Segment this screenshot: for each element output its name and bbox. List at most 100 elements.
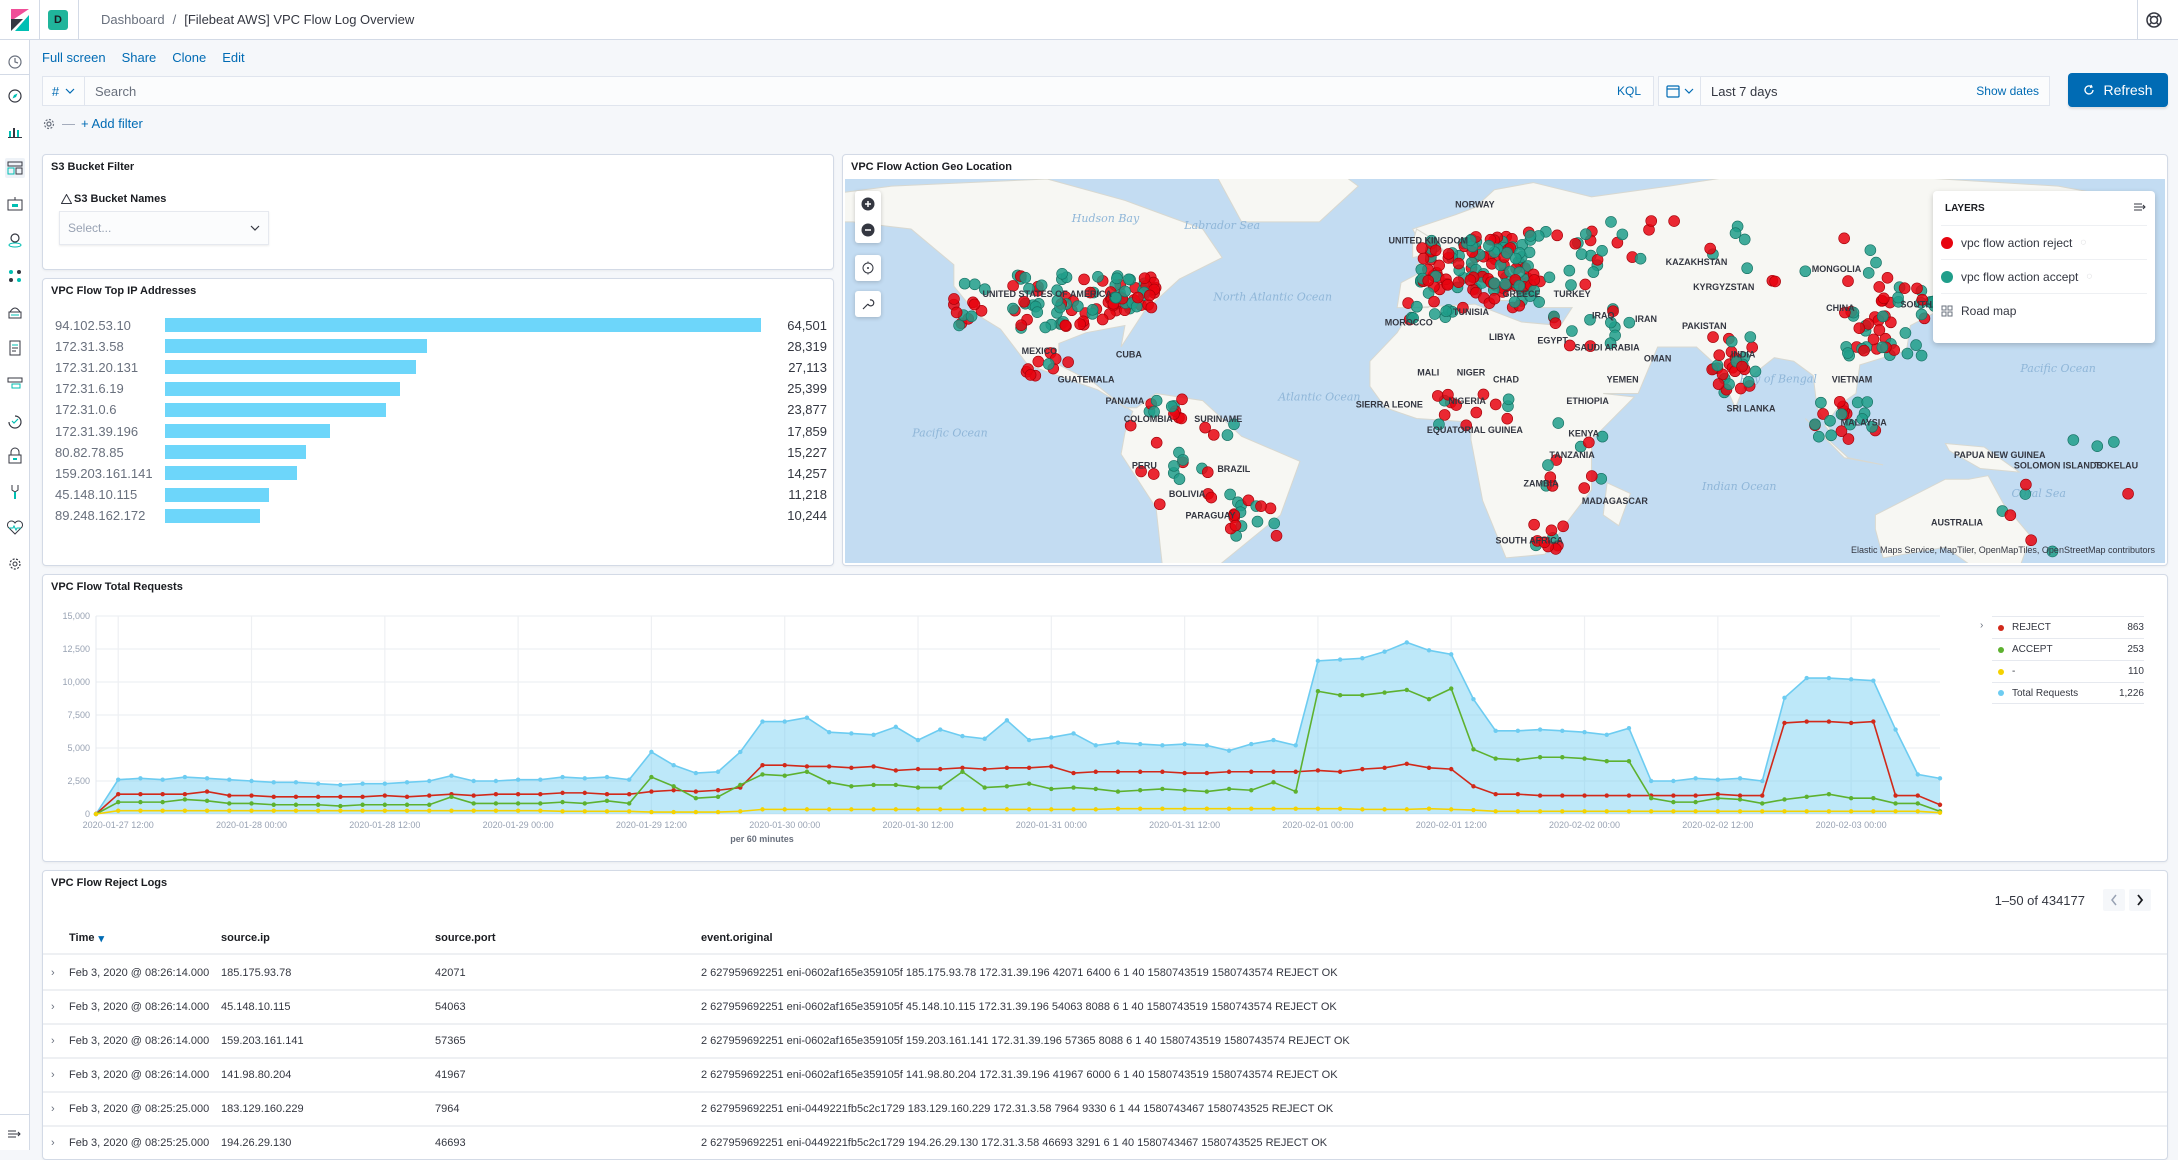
accept-point[interactable] xyxy=(2091,440,2104,452)
data-point[interactable] xyxy=(1893,801,1898,806)
data-point[interactable] xyxy=(982,766,987,772)
accept-point[interactable] xyxy=(1634,252,1647,265)
data-point[interactable] xyxy=(1404,761,1409,767)
data-point[interactable] xyxy=(160,808,165,813)
reject-point[interactable] xyxy=(1645,215,1658,227)
data-point[interactable] xyxy=(1804,675,1809,681)
data-point[interactable] xyxy=(427,778,432,784)
reject-point[interactable] xyxy=(968,298,981,311)
data-point[interactable] xyxy=(826,764,832,769)
data-point[interactable] xyxy=(1404,687,1409,693)
expand-row-icon[interactable]: › xyxy=(51,957,55,989)
data-point[interactable] xyxy=(1715,809,1721,814)
data-point[interactable] xyxy=(1337,693,1343,698)
data-point[interactable] xyxy=(1804,719,1809,724)
data-point[interactable] xyxy=(604,774,610,780)
data-point[interactable] xyxy=(627,809,632,814)
reject-point[interactable] xyxy=(1438,409,1451,421)
data-point[interactable] xyxy=(493,801,499,806)
reject-point[interactable] xyxy=(1833,395,1846,408)
reject-point[interactable] xyxy=(1551,229,1563,242)
data-point[interactable] xyxy=(1626,793,1632,798)
collapse-layers-icon[interactable] xyxy=(2133,201,2147,213)
reject-point[interactable] xyxy=(1549,317,1562,329)
data-point[interactable] xyxy=(1449,807,1454,812)
tools-button[interactable] xyxy=(855,291,881,317)
data-point[interactable] xyxy=(804,807,810,812)
data-point[interactable] xyxy=(1737,776,1743,781)
data-point[interactable] xyxy=(671,762,676,768)
accept-point[interactable] xyxy=(1899,327,1912,339)
data-point[interactable] xyxy=(1671,793,1676,798)
data-point[interactable] xyxy=(404,794,410,800)
data-point[interactable] xyxy=(782,807,787,812)
accept-point[interactable] xyxy=(1039,321,1052,334)
data-point[interactable] xyxy=(1360,656,1365,661)
data-point[interactable] xyxy=(249,801,254,806)
data-point[interactable] xyxy=(1582,809,1587,814)
data-point[interactable] xyxy=(849,784,854,789)
data-point[interactable] xyxy=(1315,689,1321,694)
data-point[interactable] xyxy=(182,808,188,813)
data-point[interactable] xyxy=(938,766,943,772)
data-point[interactable] xyxy=(515,777,521,782)
data-point[interactable] xyxy=(1826,809,1832,814)
accept-point[interactable] xyxy=(1552,417,1565,429)
data-point[interactable] xyxy=(804,769,810,774)
data-point[interactable] xyxy=(715,809,721,815)
data-point[interactable] xyxy=(1826,719,1832,724)
data-point[interactable] xyxy=(449,808,454,813)
data-point[interactable] xyxy=(649,789,654,794)
layer-item-road-map[interactable]: Road map xyxy=(1941,293,2147,327)
data-point[interactable] xyxy=(293,802,299,807)
data-point[interactable] xyxy=(1071,785,1076,790)
data-point[interactable] xyxy=(404,808,410,813)
reject-point[interactable] xyxy=(1078,273,1090,286)
accept-point[interactable] xyxy=(1072,300,1084,312)
data-point[interactable] xyxy=(1271,769,1276,774)
sidebar-item-infrastructure[interactable] xyxy=(5,302,25,322)
data-point[interactable] xyxy=(1026,807,1032,812)
ip-bar-row[interactable]: 45.148.10.115 11,218 xyxy=(55,485,841,505)
data-point[interactable] xyxy=(649,749,654,755)
data-point[interactable] xyxy=(338,794,343,800)
data-point[interactable] xyxy=(182,797,188,802)
accept-point[interactable] xyxy=(1616,228,1629,241)
data-point[interactable] xyxy=(1049,735,1054,740)
data-point[interactable] xyxy=(1404,640,1409,645)
accept-point[interactable] xyxy=(1876,310,1889,323)
accept-point[interactable] xyxy=(2067,434,2080,446)
data-point[interactable] xyxy=(1093,769,1098,774)
accept-point[interactable] xyxy=(1224,488,1236,501)
data-point[interactable] xyxy=(1693,799,1698,805)
data-point[interactable] xyxy=(938,807,943,812)
accept-point[interactable] xyxy=(1587,266,1600,278)
sidebar-item-management[interactable] xyxy=(5,554,25,574)
reject-point[interactable] xyxy=(1528,274,1541,286)
data-point[interactable] xyxy=(1604,759,1609,764)
reject-point[interactable] xyxy=(1569,237,1582,250)
data-point[interactable] xyxy=(1004,765,1010,770)
data-point[interactable] xyxy=(1693,776,1698,781)
data-point[interactable] xyxy=(604,809,610,814)
data-point[interactable] xyxy=(1760,801,1765,806)
data-point[interactable] xyxy=(1426,765,1432,770)
data-point[interactable] xyxy=(1426,696,1432,702)
data-point[interactable] xyxy=(1760,778,1765,784)
table-row[interactable]: › Feb 3, 2020 @ 08:25:25.000 183.129.160.2… xyxy=(43,1093,2167,1127)
sidebar-item-canvas[interactable] xyxy=(5,194,25,214)
data-point[interactable] xyxy=(915,766,921,772)
data-point[interactable] xyxy=(360,808,365,813)
data-point[interactable] xyxy=(182,774,188,780)
data-point[interactable] xyxy=(204,776,210,781)
ip-bar[interactable] xyxy=(165,466,297,481)
table-row[interactable]: › Feb 3, 2020 @ 08:26:14.000 45.148.10.115… xyxy=(43,991,2167,1025)
ip-bar-row[interactable]: 94.102.53.10 64,501 xyxy=(55,315,841,335)
accept-point[interactable] xyxy=(1499,278,1512,290)
data-point[interactable] xyxy=(715,794,721,800)
data-point[interactable] xyxy=(116,799,121,805)
data-point[interactable] xyxy=(1515,757,1521,763)
reject-point[interactable] xyxy=(1769,275,1781,288)
reject-point[interactable] xyxy=(1452,257,1465,270)
reject-point[interactable] xyxy=(1713,349,1726,361)
